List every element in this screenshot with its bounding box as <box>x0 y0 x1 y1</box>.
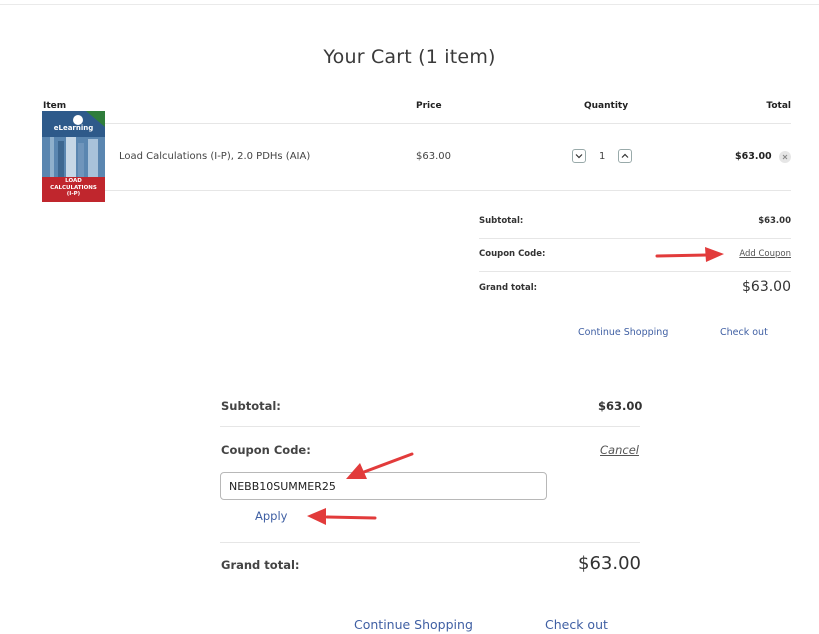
annotation-arrows <box>307 247 724 525</box>
